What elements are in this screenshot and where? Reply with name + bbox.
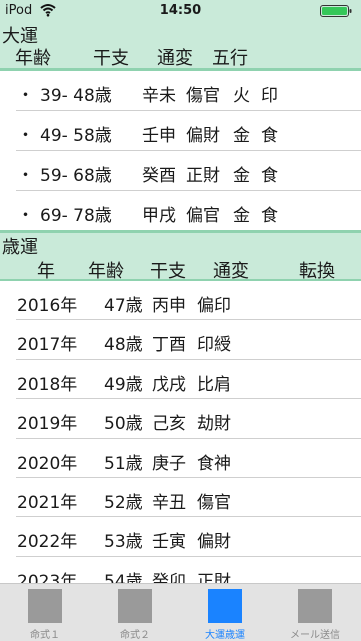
saiun-tsuhen: 食神 bbox=[197, 453, 231, 474]
daiun-row[interactable]: ・ 49- 58歳 壬申 偏財 金 食 bbox=[0, 111, 361, 151]
daiun-gogyo-2: 食 bbox=[261, 206, 278, 226]
daiun-tsuhen: 偏財 bbox=[186, 126, 220, 146]
saiun-tsuhen: 正財 bbox=[197, 571, 231, 583]
daiun-age: 49- 58歳 bbox=[40, 126, 112, 146]
tab-label: 命式２ bbox=[120, 630, 150, 641]
daiun-row[interactable]: ・ 69- 78歳 甲戌 偏官 金 食 bbox=[0, 191, 361, 231]
saiun-year: 2021年 bbox=[17, 493, 78, 513]
saiun-age: 49歳 bbox=[104, 374, 143, 395]
saiun-row[interactable]: 2017年 48歳 丁酉 印綬 bbox=[0, 320, 361, 360]
daiun-gogyo-2: 食 bbox=[261, 166, 278, 186]
saiun-tsuhen: 偏財 bbox=[197, 532, 231, 553]
saiun-title: 歳運 bbox=[2, 237, 38, 258]
daiun-col-age: 年齢 bbox=[15, 48, 51, 69]
clock-time: 14:50 bbox=[159, 3, 202, 18]
saiun-age: 54歳 bbox=[104, 571, 143, 583]
daiun-age: 39- 48歳 bbox=[40, 86, 112, 106]
saiun-year: 2023年 bbox=[17, 571, 78, 583]
row-bullet: ・ bbox=[17, 206, 34, 226]
saiun-row[interactable]: 2019年 50歳 己亥 劫財 bbox=[0, 399, 361, 439]
daiun-gogyo-1: 火 bbox=[233, 86, 250, 106]
saiun-kanshi: 辛丑 bbox=[152, 493, 186, 513]
daiun-gogyo-1: 金 bbox=[233, 206, 250, 226]
tab-bar: 命式１ 命式２ 大運歳運 メール送信 bbox=[0, 583, 361, 641]
saiun-row[interactable]: 2023年 54歳 癸卯 正財 bbox=[0, 557, 361, 583]
saiun-tsuhen: 劫財 bbox=[197, 414, 231, 435]
saiun-year: 2018年 bbox=[17, 374, 78, 395]
saiun-year: 2020年 bbox=[17, 453, 78, 474]
saiun-kanshi: 壬寅 bbox=[152, 532, 186, 553]
saiun-kanshi: 戊戌 bbox=[152, 374, 186, 395]
saiun-header: 歳運 年 年齢 干支 通変 転換 bbox=[0, 233, 361, 282]
saiun-row[interactable]: 2022年 53歳 壬寅 偏財 bbox=[0, 517, 361, 557]
daiun-kanshi: 癸酉 bbox=[142, 166, 176, 186]
daiun-row[interactable]: ・ 59- 68歳 癸酉 正財 金 食 bbox=[0, 151, 361, 191]
saiun-kanshi: 丙申 bbox=[152, 296, 186, 316]
saiun-row[interactable]: 2018年 49歳 戊戌 比肩 bbox=[0, 360, 361, 400]
saiun-row[interactable]: 2016年 47歳 丙申 偏印 bbox=[0, 281, 361, 321]
battery-icon bbox=[320, 5, 352, 17]
tab-placeholder-icon bbox=[28, 589, 62, 623]
saiun-tsuhen: 傷官 bbox=[197, 493, 231, 513]
saiun-row[interactable]: 2020年 51歳 庚子 食神 bbox=[0, 439, 361, 478]
daiun-tsuhen: 傷官 bbox=[186, 86, 220, 106]
saiun-tsuhen: 偏印 bbox=[197, 296, 231, 316]
saiun-kanshi: 癸卯 bbox=[152, 571, 186, 583]
saiun-tsuhen: 比肩 bbox=[197, 374, 231, 395]
saiun-age: 53歳 bbox=[104, 532, 143, 553]
daiun-gogyo-1: 金 bbox=[233, 126, 250, 146]
daiun-row[interactable]: ・ 39- 48歳 辛未 傷官 火 印 bbox=[0, 71, 361, 111]
daiun-kanshi: 辛未 bbox=[142, 86, 176, 106]
tab-mail-send[interactable]: メール送信 bbox=[270, 589, 360, 641]
daiun-col-tsuhen: 通変 bbox=[157, 48, 193, 69]
tab-placeholder-icon bbox=[118, 589, 152, 623]
row-bullet: ・ bbox=[17, 166, 34, 186]
saiun-kanshi: 丁酉 bbox=[152, 335, 186, 356]
saiun-age: 51歳 bbox=[104, 453, 143, 474]
saiun-age: 50歳 bbox=[104, 414, 143, 435]
saiun-year: 2017年 bbox=[17, 335, 78, 356]
tab-placeholder-icon bbox=[298, 589, 332, 623]
tab-placeholder-icon bbox=[208, 589, 242, 623]
daiun-kanshi: 甲戌 bbox=[142, 206, 176, 226]
daiun-gogyo-2: 食 bbox=[261, 126, 278, 146]
saiun-kanshi: 庚子 bbox=[152, 453, 186, 474]
saiun-age: 48歳 bbox=[104, 335, 143, 356]
daiun-kanshi: 壬申 bbox=[142, 126, 176, 146]
tab-label: 命式１ bbox=[30, 630, 60, 641]
tab-label: 大運歳運 bbox=[205, 630, 245, 641]
saiun-year: 2019年 bbox=[17, 414, 78, 435]
daiun-gogyo-1: 金 bbox=[233, 166, 250, 186]
daiun-tsuhen: 偏官 bbox=[186, 206, 220, 226]
status-bar: iPod 14:50 bbox=[0, 0, 361, 22]
saiun-year: 2022年 bbox=[17, 532, 78, 553]
daiun-header: 大運 年齢 干支 通変 五行 bbox=[0, 22, 361, 69]
daiun-col-kanshi: 干支 bbox=[93, 48, 129, 69]
saiun-tsuhen: 印綬 bbox=[197, 335, 231, 356]
saiun-age: 47歳 bbox=[104, 296, 143, 316]
row-bullet: ・ bbox=[17, 86, 34, 106]
daiun-tsuhen: 正財 bbox=[186, 166, 220, 186]
row-bullet: ・ bbox=[17, 126, 34, 146]
saiun-age: 52歳 bbox=[104, 493, 143, 513]
daiun-age: 69- 78歳 bbox=[40, 206, 112, 226]
tab-meishiki-2[interactable]: 命式２ bbox=[90, 589, 180, 641]
tab-label: メール送信 bbox=[290, 630, 340, 641]
saiun-row[interactable]: 2021年 52歳 辛丑 傷官 bbox=[0, 478, 361, 518]
daiun-gogyo-2: 印 bbox=[261, 86, 278, 106]
saiun-year: 2016年 bbox=[17, 296, 78, 316]
tab-daiun-saiun[interactable]: 大運歳運 bbox=[180, 589, 270, 641]
daiun-age: 59- 68歳 bbox=[40, 166, 112, 186]
tab-meishiki-1[interactable]: 命式１ bbox=[0, 589, 90, 641]
daiun-col-gogyo: 五行 bbox=[212, 48, 248, 69]
saiun-kanshi: 己亥 bbox=[152, 414, 186, 435]
